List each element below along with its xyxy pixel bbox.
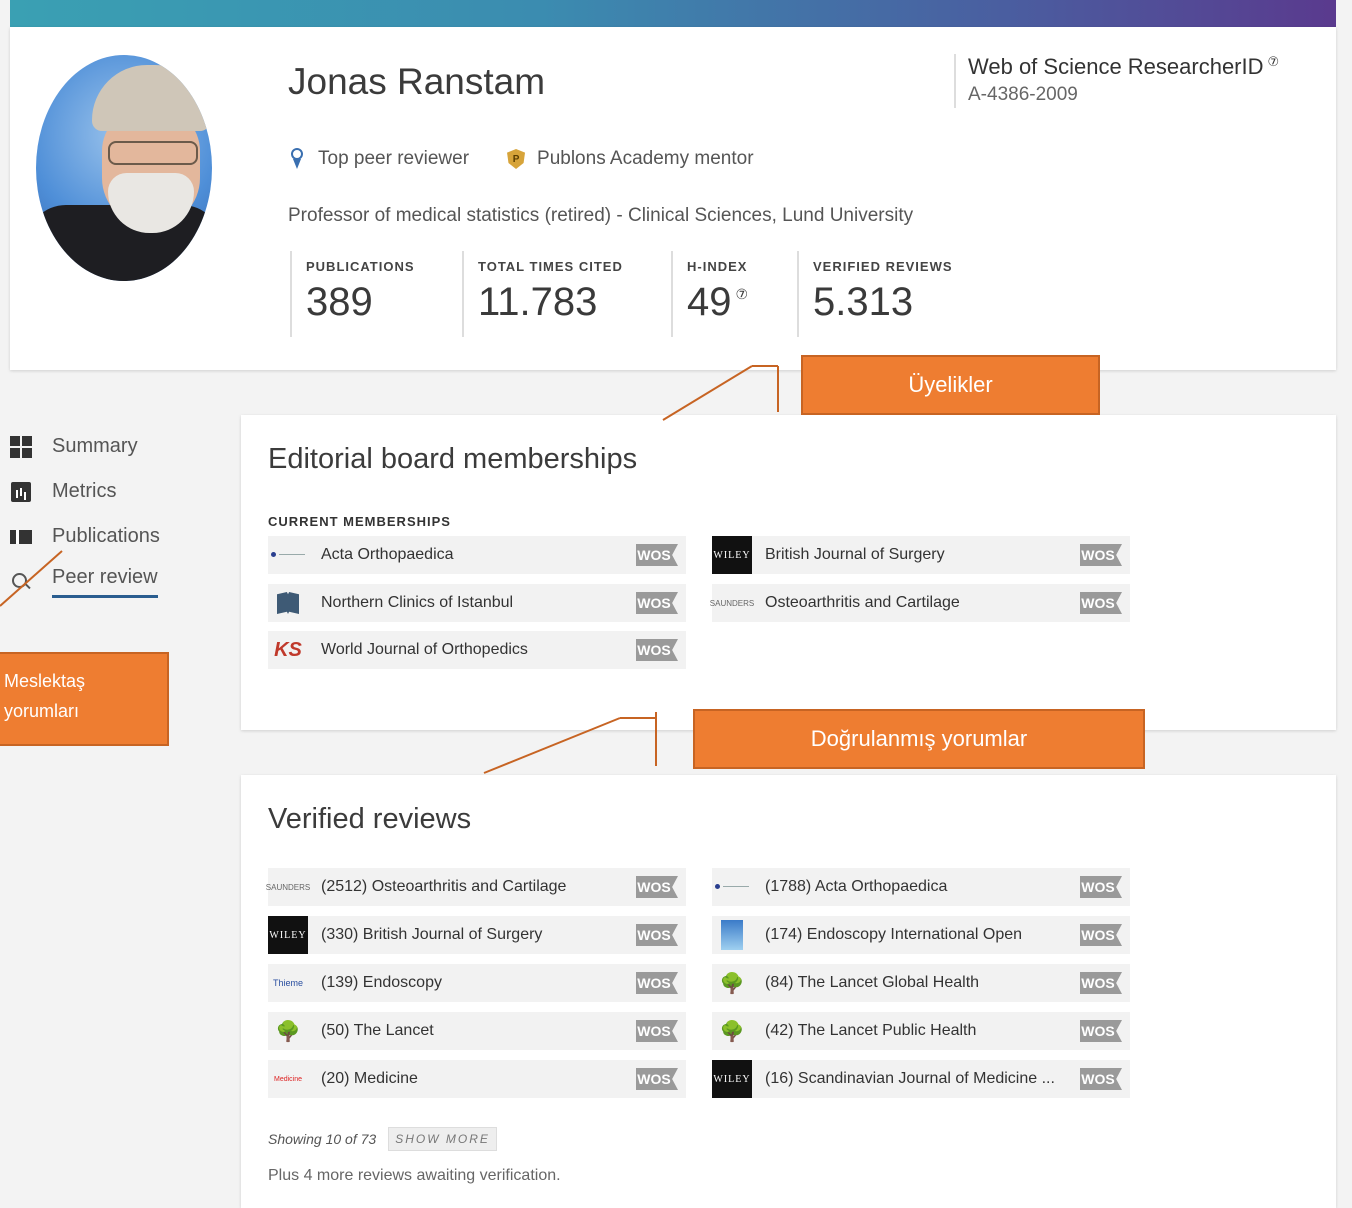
- sidebar-item-metrics[interactable]: Metrics: [10, 469, 160, 514]
- annotation-peer-reviews: Meslektaş yorumları: [0, 652, 169, 746]
- show-more-button[interactable]: SHOW MORE: [388, 1127, 497, 1151]
- wos-badge: WOS: [636, 592, 678, 614]
- wos-badge: WOS: [1080, 1068, 1122, 1090]
- wos-badge: WOS: [636, 1020, 678, 1042]
- summary-icon: [10, 435, 32, 458]
- wos-badge: WOS: [1080, 592, 1122, 614]
- wos-badge: WOS: [1080, 876, 1122, 898]
- journal-row[interactable]: WILEY (330) British Journal of Surgery W…: [268, 916, 686, 954]
- current-memberships-label: CURRENT MEMBERSHIPS: [268, 514, 451, 529]
- journal-row[interactable]: (1788) Acta Orthopaedica WOS: [712, 868, 1130, 906]
- wos-badge: WOS: [1080, 924, 1122, 946]
- elsevier-tree-icon: 🌳: [719, 972, 745, 995]
- wos-badge: WOS: [636, 876, 678, 898]
- profile-card: Jonas Ranstam Top peer reviewer P Publon…: [10, 27, 1336, 370]
- pending-reviews-note: Plus 4 more reviews awaiting verificatio…: [268, 1167, 561, 1184]
- stat-times-cited: TOTAL TIMES CITED 11.783: [462, 251, 671, 337]
- book-icon: [268, 584, 308, 622]
- wiley-logo: WILEY: [712, 1060, 752, 1098]
- saunders-logo: SAUNDERS: [265, 882, 311, 892]
- elsevier-tree-icon: 🌳: [719, 1020, 745, 1043]
- medicine-logo: Medicine: [273, 1075, 302, 1083]
- ribbon-icon: [290, 148, 304, 170]
- elsevier-tree-icon: 🌳: [275, 1020, 301, 1043]
- verified-title: Verified reviews: [268, 803, 472, 835]
- wos-badge: WOS: [1080, 1020, 1122, 1042]
- acta-logo: [712, 868, 752, 906]
- wos-badge: WOS: [636, 972, 678, 994]
- wos-badge: WOS: [636, 639, 678, 661]
- endoscopy-cover-icon: [712, 916, 752, 954]
- annotation-verified-reviews: Doğrulanmış yorumlar: [693, 709, 1145, 769]
- researcher-id-value: A-4386-2009: [968, 84, 1078, 105]
- researcher-id: Web of Science ResearcherID ⑦ A-4386-2009: [954, 54, 1279, 108]
- journal-row[interactable]: SAUNDERS (2512) Osteoarthritis and Carti…: [265, 868, 686, 906]
- journal-row[interactable]: 🌳 (42) The Lancet Public Health WOS: [712, 1012, 1130, 1050]
- help-icon[interactable]: ⑦: [1268, 54, 1280, 70]
- editorial-title: Editorial board memberships: [268, 443, 638, 475]
- sidebar-item-summary[interactable]: Summary: [10, 424, 160, 469]
- profile-name: Jonas Ranstam: [288, 61, 546, 102]
- verified-reviews-card: Verified reviews SAUNDERS (2512) Osteoar…: [241, 775, 1336, 1208]
- wiley-logo: WILEY: [268, 916, 308, 954]
- search-icon: [10, 571, 32, 593]
- sidebar-item-peer-review[interactable]: Peer review: [10, 559, 160, 604]
- stat-publications: PUBLICATIONS 389: [290, 251, 462, 337]
- wos-badge: WOS: [636, 924, 678, 946]
- journal-row[interactable]: Acta Orthopaedica WOS: [268, 536, 686, 574]
- saunders-logo: SAUNDERS: [709, 598, 755, 608]
- editorial-board-card: Editorial board memberships CURRENT MEMB…: [241, 415, 1336, 730]
- stats: PUBLICATIONS 389 TOTAL TIMES CITED 11.78…: [290, 251, 973, 337]
- wos-badge: WOS: [1080, 972, 1122, 994]
- showing-count: Showing 10 of 73 SHOW MORE: [268, 1127, 497, 1151]
- sidebar-item-publications[interactable]: Publications: [10, 514, 160, 559]
- top-reviewer-badge: Top peer reviewer: [290, 148, 469, 170]
- academy-mentor-badge: P Publons Academy mentor: [507, 148, 754, 170]
- shield-icon: P: [507, 149, 526, 169]
- journal-row[interactable]: KS World Journal of Orthopedics WOS: [268, 631, 686, 669]
- journal-row[interactable]: Thieme (139) Endoscopy WOS: [268, 964, 686, 1002]
- journal-row[interactable]: WILEY British Journal of Surgery WOS: [712, 536, 1130, 574]
- metrics-icon: [10, 481, 32, 503]
- thieme-logo: Thieme: [272, 978, 303, 988]
- top-gradient-bar: [10, 0, 1336, 27]
- annotation-memberships: Üyelikler: [801, 355, 1100, 415]
- wos-badge: WOS: [636, 1068, 678, 1090]
- journal-row[interactable]: 🌳 (50) The Lancet WOS: [268, 1012, 686, 1050]
- journal-row[interactable]: WILEY (16) Scandinavian Journal of Medic…: [712, 1060, 1130, 1098]
- affiliation: Professor of medical statistics (retired…: [288, 205, 914, 226]
- journal-row[interactable]: SAUNDERS Osteoarthritis and Cartilage WO…: [709, 584, 1130, 622]
- journal-row[interactable]: Medicine (20) Medicine WOS: [268, 1060, 686, 1098]
- acta-logo: [268, 536, 308, 574]
- wos-badge: WOS: [636, 544, 678, 566]
- sidebar-nav: Summary Metrics Publications Peer review: [10, 424, 160, 604]
- journal-row[interactable]: 🌳 (84) The Lancet Global Health WOS: [712, 964, 1130, 1002]
- journal-row[interactable]: Northern Clinics of Istanbul WOS: [268, 584, 686, 622]
- badges: Top peer reviewer P Publons Academy ment…: [290, 148, 792, 170]
- stat-verified-reviews: VERIFIED REVIEWS 5.313: [797, 251, 973, 337]
- stat-h-index: H-INDEX 49 ⑦: [671, 251, 797, 337]
- publications-icon: [10, 526, 32, 548]
- help-icon[interactable]: ⑦: [736, 286, 749, 303]
- wos-badge: WOS: [1080, 544, 1122, 566]
- avatar: [36, 55, 212, 281]
- ks-logo: KS: [274, 638, 302, 661]
- wiley-logo: WILEY: [712, 536, 752, 574]
- journal-row[interactable]: (174) Endoscopy International Open WOS: [712, 916, 1130, 954]
